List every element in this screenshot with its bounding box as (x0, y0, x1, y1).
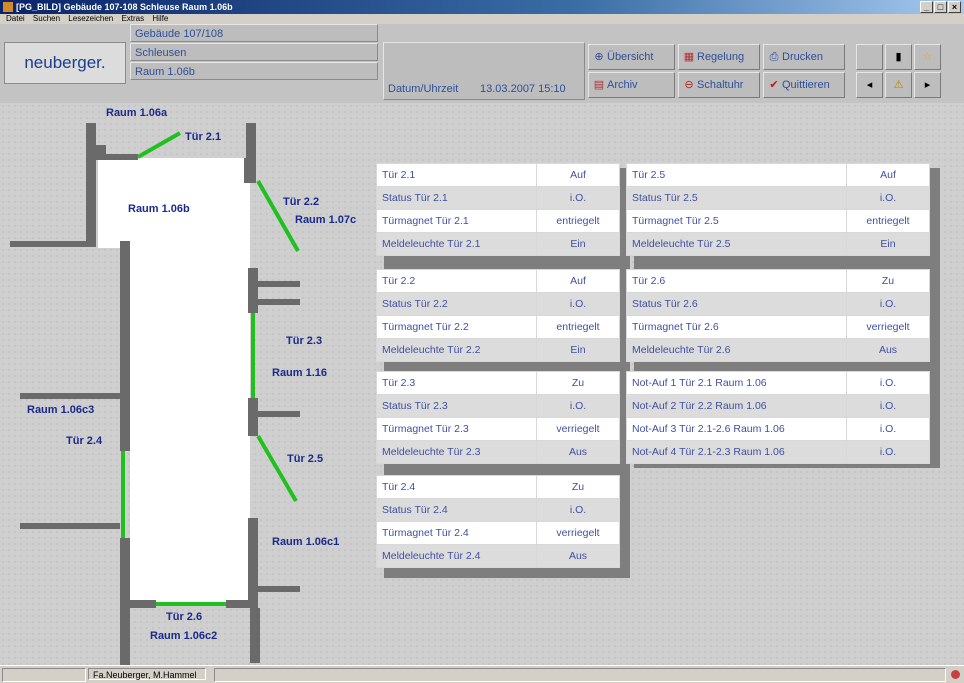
table-tuer-2-3: Tür 2.3 Zu Status Tür 2.3 i.O. Türmagnet T… (376, 371, 620, 464)
location-building: Gebäude 107/108 (130, 24, 378, 42)
status-panel-3 (214, 668, 946, 682)
table-row: Tür 2.2 Auf (376, 269, 620, 293)
datetime-label: Datum/Uhrzeit (388, 83, 459, 95)
table-row: Meldeleuchte Tür 2.6 Aus (626, 338, 930, 362)
forward-arrow-icon[interactable]: ▸ (914, 72, 941, 98)
table-row: Not-Auf 4 Tür 2.1-2.3 Raum 1.06 i.O. (626, 440, 930, 464)
archiv-button[interactable]: ▤ Archiv (588, 72, 675, 98)
datetime-panel: Datum/Uhrzeit 13.03.2007 15:10 (383, 42, 585, 100)
table-row: Türmagnet Tür 2.1 entriegelt (376, 209, 620, 233)
empty-button[interactable] (856, 44, 883, 70)
table-tuer-2-6: Tür 2.6 Zu Status Tür 2.6 i.O. Türmagnet T… (626, 269, 930, 362)
table-row: Türmagnet Tür 2.6 verriegelt (626, 315, 930, 339)
schaltuhr-button[interactable]: ⊖ Schaltuhr (678, 72, 760, 98)
location-room: Raum 1.06b (130, 62, 378, 80)
label-tuer-2-2: Tür 2.2 (283, 196, 320, 208)
table-tuer-2-4: Tür 2.4 Zu Status Tür 2.4 i.O. Türmagnet T… (376, 475, 620, 568)
drucken-button[interactable]: ⎙ Drucken (763, 44, 845, 70)
table-row: Türmagnet Tür 2.5 entriegelt (626, 209, 930, 233)
table-row: Status Tür 2.2 i.O. (376, 292, 620, 316)
back-arrow-icon[interactable]: ◂ (856, 72, 883, 98)
status-user: Fa.Neuberger, M.Hammel (88, 668, 206, 680)
window-controls: _ □ × (919, 1, 961, 13)
warning-icon[interactable]: ⚠ (885, 72, 912, 98)
menu-datei[interactable]: Datei (6, 14, 25, 23)
table-row: Türmagnet Tür 2.3 verriegelt (376, 417, 620, 441)
bottle-icon[interactable]: ▮ (885, 44, 912, 70)
datetime-value: 13.03.2007 15:10 (480, 83, 566, 95)
table-row: Tür 2.4 Zu (376, 475, 620, 499)
table-row: Meldeleuchte Tür 2.1 Ein (376, 232, 620, 256)
label-tuer-2-1: Tür 2.1 (185, 131, 222, 143)
table-row: Meldeleuchte Tür 2.3 Aus (376, 440, 620, 464)
chart-icon: ▦ (683, 51, 695, 63)
floor-plan: Raum 1.06a Tür 2.1 Raum 1.06b Tür 2.2 Ra… (0, 103, 380, 668)
table-row: Meldeleuchte Tür 2.2 Ein (376, 338, 620, 362)
table-not-auf: Not-Auf 1 Tür 2.1 Raum 1.06 i.O. Not-Auf … (626, 371, 930, 464)
door-2-1[interactable] (137, 131, 181, 159)
maximize-button[interactable]: □ (934, 1, 947, 13)
table-row: Not-Auf 1 Tür 2.1 Raum 1.06 i.O. (626, 371, 930, 395)
menu-lesezeichen[interactable]: Lesezeichen (68, 14, 113, 23)
logo: neuberger. (4, 42, 126, 84)
checkmark-icon: ✔ (769, 79, 779, 91)
label-tuer-2-5: Tür 2.5 (287, 453, 324, 465)
table-row: Status Tür 2.4 i.O. (376, 498, 620, 522)
archive-icon: ▤ (593, 79, 605, 91)
status-panel-1 (2, 668, 86, 682)
main-area: Raum 1.06a Tür 2.1 Raum 1.06b Tür 2.2 Ra… (0, 103, 964, 668)
clock-icon: ⊖ (684, 79, 694, 91)
table-row: Türmagnet Tür 2.2 entriegelt (376, 315, 620, 339)
label-raum-1-06c1: Raum 1.06c1 (272, 536, 340, 548)
status-bar: Fa.Neuberger, M.Hammel (0, 665, 964, 683)
table-tuer-2-2: Tür 2.2 Auf Status Tür 2.2 i.O. Türmagnet … (376, 269, 620, 362)
table-tuer-2-5: Tür 2.5 Auf Status Tür 2.5 i.O. Türmagnet … (626, 163, 930, 256)
star-icon[interactable]: ☆ (914, 44, 941, 70)
printer-icon: ⎙ (769, 51, 779, 63)
label-tuer-2-6: Tür 2.6 (166, 611, 203, 623)
quittieren-button[interactable]: ✔ Quittieren (763, 72, 845, 98)
regelung-button[interactable]: ▦ Regelung (678, 44, 760, 70)
label-tuer-2-3: Tür 2.3 (286, 335, 323, 347)
table-row: Not-Auf 3 Tür 2.1-2.6 Raum 1.06 i.O. (626, 417, 930, 441)
menu-extras[interactable]: Extras (121, 14, 144, 23)
label-raum-1-06a: Raum 1.06a (106, 107, 168, 119)
label-raum-1-16: Raum 1.16 (272, 367, 328, 379)
label-raum-1-06c3: Raum 1.06c3 (27, 404, 95, 416)
globe-icon: ⊕ (594, 51, 604, 63)
label-raum-1-06b: Raum 1.06b (128, 203, 190, 215)
floor-plan-drawing (10, 123, 300, 668)
menu-hilfe[interactable]: Hilfe (152, 14, 168, 23)
label-tuer-2-4: Tür 2.4 (66, 435, 103, 447)
app-icon (3, 2, 13, 12)
table-row: Meldeleuchte Tür 2.5 Ein (626, 232, 930, 256)
table-row: Not-Auf 2 Tür 2.2 Raum 1.06 i.O. (626, 394, 930, 418)
label-raum-1-06c2: Raum 1.06c2 (150, 630, 218, 642)
menu-bar: Datei Suchen Lesezeichen Extras Hilfe (0, 14, 964, 24)
window-title: [PG_BILD] Gebäude 107-108 Schleuse Raum … (16, 2, 233, 12)
table-row: Status Tür 2.1 i.O. (376, 186, 620, 210)
door-2-2[interactable] (256, 180, 300, 252)
table-row: Tür 2.3 Zu (376, 371, 620, 395)
alarm-indicator-icon (951, 670, 960, 679)
uebersicht-button[interactable]: ⊕ Übersicht (588, 44, 675, 70)
table-row: Status Tür 2.3 i.O. (376, 394, 620, 418)
table-row: Tür 2.1 Auf (376, 163, 620, 187)
table-tuer-2-1: Tür 2.1 Auf Status Tür 2.1 i.O. Türmagnet … (376, 163, 620, 256)
menu-suchen[interactable]: Suchen (33, 14, 60, 23)
table-row: Status Tür 2.6 i.O. (626, 292, 930, 316)
close-button[interactable]: × (948, 1, 961, 13)
header: neuberger. Gebäude 107/108 Schleusen Rau… (0, 24, 964, 103)
table-row: Türmagnet Tür 2.4 verriegelt (376, 521, 620, 545)
door-2-5[interactable] (256, 434, 298, 503)
table-row: Meldeleuchte Tür 2.4 Aus (376, 544, 620, 568)
title-bar: [PG_BILD] Gebäude 107-108 Schleuse Raum … (0, 0, 964, 14)
table-row: Status Tür 2.5 i.O. (626, 186, 930, 210)
minimize-button[interactable]: _ (920, 1, 933, 13)
label-raum-1-07c: Raum 1.07c (295, 214, 357, 226)
table-row: Tür 2.5 Auf (626, 163, 930, 187)
location-area: Schleusen (130, 43, 378, 61)
table-row: Tür 2.6 Zu (626, 269, 930, 293)
